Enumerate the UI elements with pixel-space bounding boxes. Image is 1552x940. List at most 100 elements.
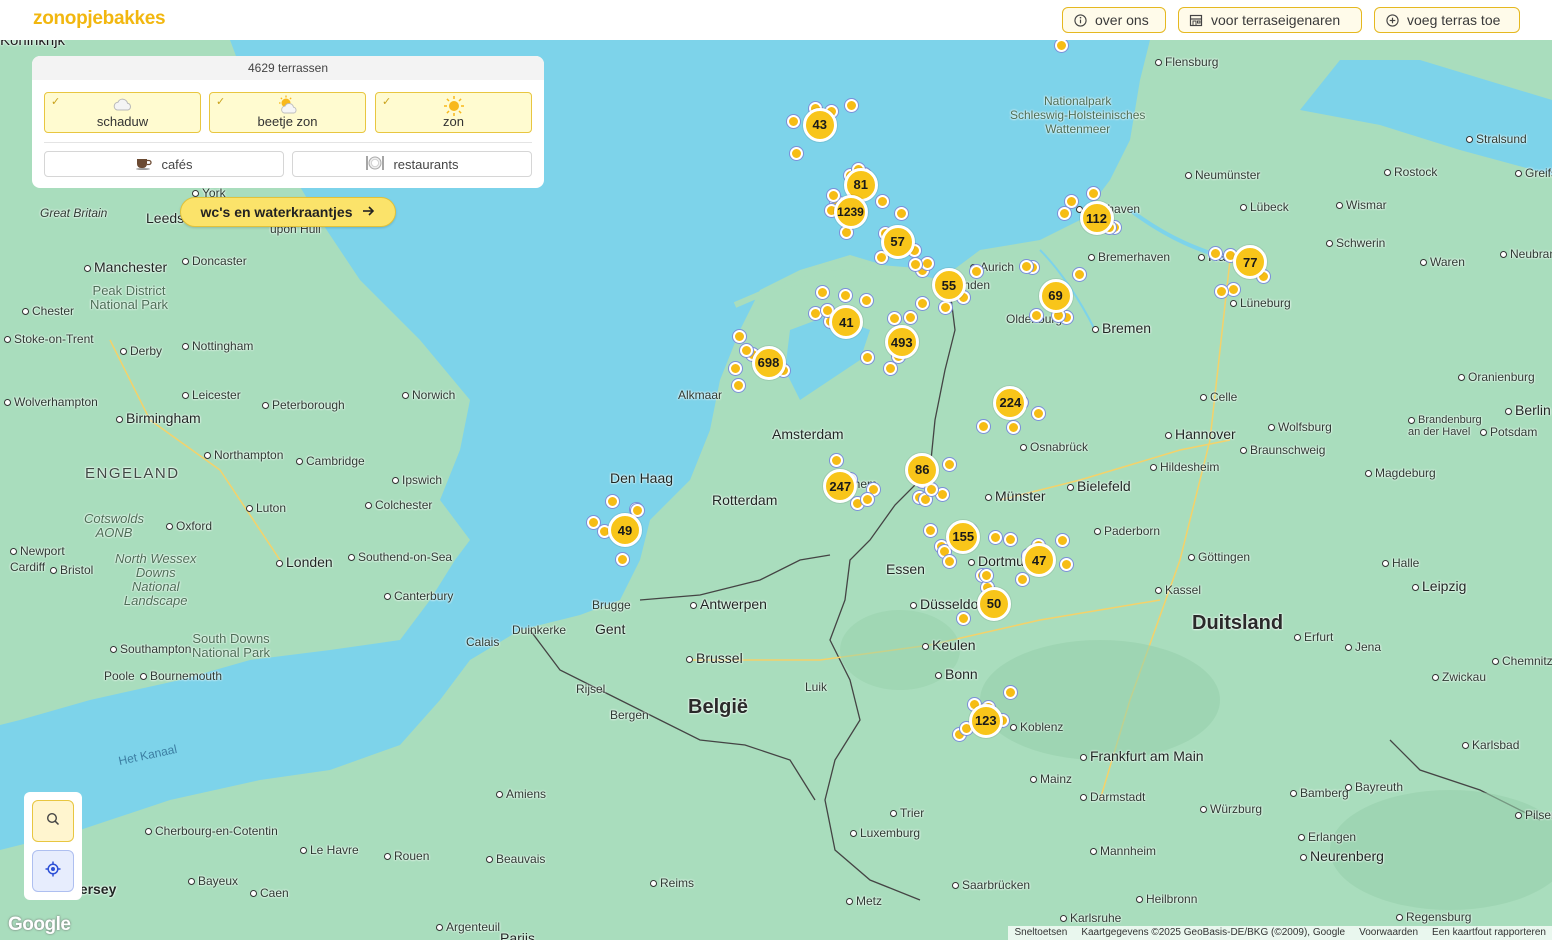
terrace-marker[interactable] [943, 554, 957, 568]
map-label-poole: Poole [104, 669, 135, 683]
map-label-wismar: Wismar [1336, 198, 1387, 212]
map-label-heilbronn: Heilbronn [1136, 892, 1197, 906]
map-label-cambridge: Cambridge [296, 454, 365, 468]
terrace-marker[interactable] [1019, 260, 1033, 274]
cluster-marker[interactable]: 1239 [833, 194, 868, 229]
map-label-waren: Waren [1420, 255, 1465, 269]
cluster-marker[interactable]: 50 [977, 586, 1011, 621]
terrace-marker[interactable] [860, 493, 874, 507]
map-label-pilsen: Pilsen [1515, 808, 1552, 822]
terrace-marker[interactable] [970, 264, 984, 278]
attribution-report[interactable]: Een kaartfout rapporteren [1432, 926, 1546, 940]
filter-shade-button[interactable]: ✓ schaduw [44, 92, 201, 133]
terrace-marker[interactable] [883, 361, 897, 375]
terrace-marker[interactable] [1003, 686, 1017, 700]
attribution-terms[interactable]: Voorwaarden [1359, 926, 1418, 940]
map-label-brugge: Brugge [592, 598, 631, 612]
map-label-bayreuth: Bayreuth [1345, 780, 1403, 794]
wc-water-button[interactable]: wc's en waterkraantjes [180, 197, 396, 227]
terrace-marker[interactable] [903, 311, 917, 325]
add-terrace-label: voeg terras toe [1407, 12, 1501, 28]
terrace-marker[interactable] [605, 494, 619, 508]
map-label-wolfsburg: Wolfsburg [1268, 420, 1332, 434]
map-label-colchester: Colchester [365, 498, 432, 512]
cluster-marker[interactable]: 155 [946, 519, 981, 554]
filter-restaurants-button[interactable]: restaurants [292, 151, 532, 177]
cluster-marker[interactable]: 698 [751, 345, 786, 380]
terrace-marker[interactable] [1060, 557, 1074, 571]
terrace-marker[interactable] [1058, 206, 1072, 220]
search-button[interactable] [32, 800, 74, 842]
filter-some-sun-button[interactable]: ✓ beetje zon [209, 92, 366, 133]
map-label-engeland: ENGELAND [85, 465, 180, 482]
map-label-luik: Luik [805, 680, 828, 694]
locate-button[interactable] [32, 850, 74, 892]
map-label-doncaster: Doncaster [182, 254, 247, 268]
map-label-munster: Münster [985, 488, 1046, 504]
cluster-marker[interactable]: 57 [880, 224, 915, 259]
terrace-marker[interactable] [921, 257, 935, 271]
cluster-marker[interactable]: 69 [1038, 278, 1073, 313]
filter-sun-button[interactable]: ✓ zon [375, 92, 532, 133]
cluster-marker[interactable]: 86 [905, 452, 940, 487]
terrace-marker[interactable] [616, 552, 630, 566]
filter-shade-label: schaduw [96, 114, 149, 129]
terrace-marker[interactable] [1006, 420, 1020, 434]
map-label-potsdam: Potsdam [1480, 425, 1537, 439]
map-label-magdeburg: Magdeburg [1365, 466, 1436, 480]
terrace-marker[interactable] [979, 569, 993, 583]
map-label-rouen: Rouen [384, 849, 429, 863]
terrace-marker[interactable] [1003, 533, 1017, 547]
cluster-marker[interactable]: 493 [884, 325, 919, 360]
map-label-karlsbad: Karlsbad [1462, 738, 1519, 752]
cluster-marker[interactable]: 112 [1079, 201, 1114, 236]
terrace-marker[interactable] [875, 194, 889, 208]
terrace-marker[interactable] [587, 515, 601, 529]
cluster-marker[interactable]: 224 [993, 385, 1028, 420]
terrace-marker[interactable] [1073, 267, 1087, 281]
about-button[interactable]: over ons [1062, 7, 1166, 33]
map-label-metz: Metz [846, 894, 882, 908]
cluster-marker[interactable]: 49 [608, 513, 642, 547]
cluster-marker[interactable]: 123 [968, 703, 1003, 738]
map-label-berlin: Berlin [1505, 402, 1551, 418]
map-label-bamberg: Bamberg [1290, 786, 1349, 800]
terrace-marker[interactable] [894, 206, 908, 220]
filter-cafes-button[interactable]: cafés [44, 151, 284, 177]
terrace-marker[interactable] [916, 296, 930, 310]
terrace-marker[interactable] [988, 531, 1002, 545]
map-label-wurzburg: Würzburg [1200, 802, 1262, 816]
map-label-ipswich: Ipswich [392, 473, 442, 487]
cluster-marker[interactable]: 43 [802, 107, 837, 142]
terrace-marker[interactable] [1030, 308, 1044, 322]
info-icon [1073, 13, 1087, 27]
map-label-jena: Jena [1345, 640, 1381, 654]
logo[interactable]: zonopjebakkes [33, 8, 166, 30]
terrace-marker[interactable] [942, 458, 956, 472]
terrace-marker[interactable] [729, 362, 743, 376]
map-label-southampton: Southampton [110, 642, 191, 656]
arrow-right-icon [362, 204, 375, 220]
terrace-marker[interactable] [732, 330, 746, 344]
map-label-essen: Essen [886, 561, 925, 577]
cluster-marker[interactable]: 77 [1233, 245, 1268, 279]
map-label-braunschweig: Braunschweig [1240, 443, 1325, 457]
add-terrace-button[interactable]: voeg terras toe [1374, 7, 1520, 33]
terrace-marker[interactable] [1215, 284, 1228, 298]
cluster-marker[interactable]: 47 [1022, 543, 1057, 578]
terrace-marker[interactable] [1055, 534, 1069, 548]
map-label-derby: Derby [120, 344, 162, 358]
attribution-data: Kaartgegevens ©2025 GeoBasis-DE/BKG (©20… [1081, 927, 1346, 938]
terrace-marker[interactable] [1015, 573, 1029, 587]
terrace-marker[interactable] [1086, 187, 1100, 201]
plus-circle-icon [1385, 13, 1399, 27]
check-icon: ✓ [382, 96, 392, 108]
attribution-shortcuts[interactable]: Sneltoetsen [1014, 926, 1067, 940]
terrace-marker[interactable] [956, 611, 970, 625]
terrace-marker[interactable] [829, 454, 843, 468]
terrace-marker[interactable] [924, 523, 938, 537]
map-label-stralsund: Stralsund [1466, 132, 1527, 146]
owners-button[interactable]: voor terraseigenaren [1178, 7, 1362, 33]
terrace-marker[interactable] [786, 114, 800, 128]
map-label-reims: Reims [650, 876, 694, 890]
